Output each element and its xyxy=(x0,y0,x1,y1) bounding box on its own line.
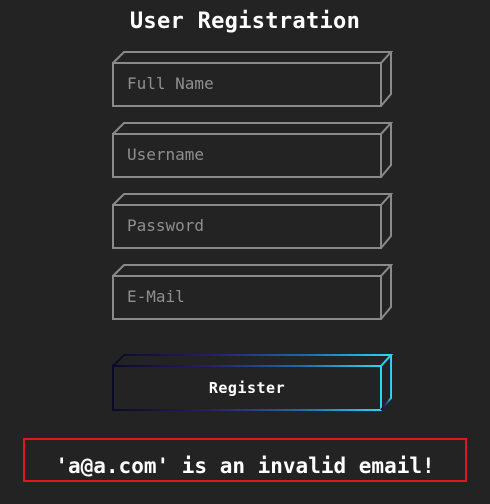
error-message: 'a@a.com' is an invalid email! xyxy=(55,454,435,478)
register-button[interactable]: Register xyxy=(112,354,394,412)
username-input[interactable] xyxy=(114,135,380,174)
page-title: User Registration xyxy=(129,9,361,34)
register-button-label: Register xyxy=(208,379,286,397)
full-name-input[interactable] xyxy=(114,64,380,103)
full-name-field[interactable] xyxy=(112,51,394,107)
error-message-box: 'a@a.com' is an invalid email! xyxy=(23,438,467,482)
password-input[interactable] xyxy=(114,206,380,245)
email-field[interactable] xyxy=(112,264,394,320)
username-field[interactable] xyxy=(112,122,394,178)
password-field[interactable] xyxy=(112,193,394,249)
email-input[interactable] xyxy=(114,277,380,316)
